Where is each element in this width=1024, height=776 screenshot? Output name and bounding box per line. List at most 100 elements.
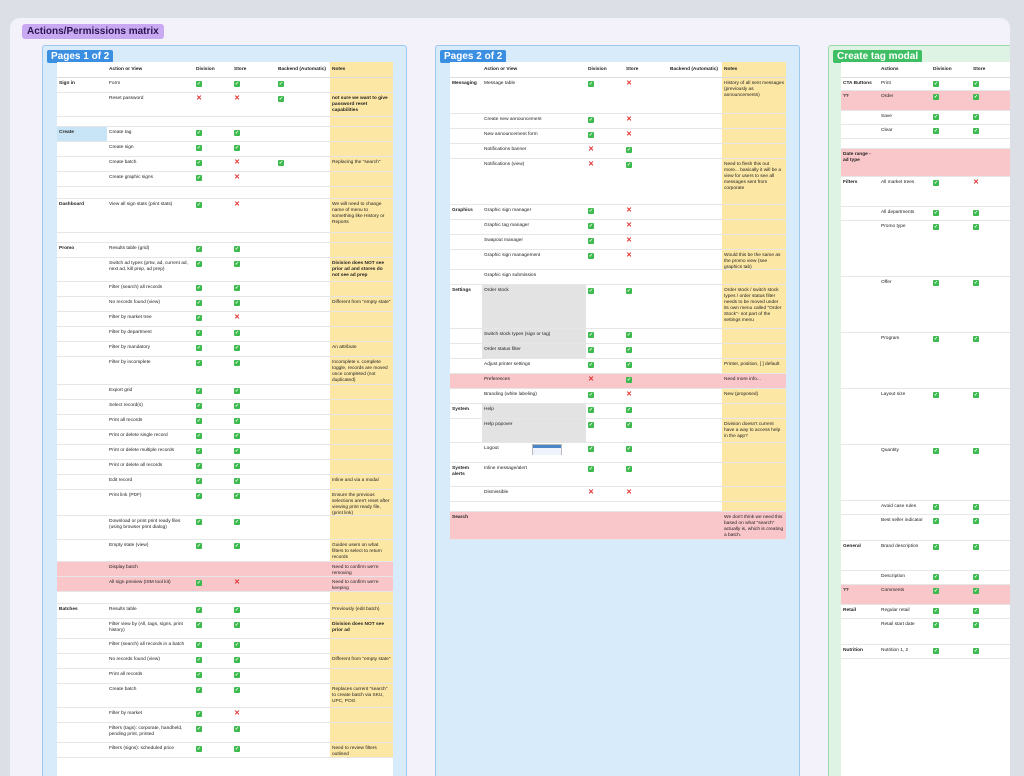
table-row[interactable]: Switch stock types (sign or tag) ✓ ✓	[450, 329, 786, 344]
table-row[interactable]: Filters (signs): scheduled price ✓ ✓ Need t…	[57, 743, 393, 758]
table-row[interactable]: Display batch Need to confirm we're remov…	[57, 562, 393, 577]
table-row[interactable]: Print link (PDF) ✓ ✓ Ensure the previous se…	[57, 490, 393, 516]
table-row[interactable]: ?? Order ✓ ✓	[841, 91, 1010, 111]
table-row[interactable]: Empty state (view) ✓ ✓ Guides users on what…	[57, 540, 393, 562]
table-row[interactable]	[450, 502, 786, 512]
table-row[interactable]	[57, 233, 393, 243]
table-row[interactable]: No records found (view) ✓ ✓ Different from …	[57, 297, 393, 312]
table-row[interactable]: General Brand description ✓ ✓	[841, 541, 1010, 571]
table-row[interactable]: Filter by incomplete ✓ ✓ Incomplete v. comp…	[57, 357, 393, 385]
table-row[interactable]: Retail start date ✓ ✓	[841, 619, 1010, 645]
table-row[interactable]: Filter by market tree ✓ ✕	[57, 312, 393, 327]
table-row[interactable]: Notifications banner ✕ ✓	[450, 144, 786, 159]
table-row[interactable]: All departments ✓ ✓	[841, 207, 1010, 221]
table-row[interactable]: Switch ad types (prtw, ad, current ad, n…	[57, 258, 393, 282]
table-row[interactable]: Branding (white labeling) ✓ ✕ New (proposed…	[450, 389, 786, 404]
table-row[interactable]: Create new announcement ✓ ✕	[450, 114, 786, 129]
frame-pages-1[interactable]: Pages 1 of 2 Action or View Division Store…	[42, 45, 407, 776]
table-row[interactable]: Select record(s) ✓ ✓	[57, 400, 393, 415]
table-row[interactable]: Export grid ✓ ✓	[57, 385, 393, 400]
table-row[interactable]: Create batch ✓ ✓ Replaces current "search" …	[57, 684, 393, 708]
table-row[interactable]	[57, 592, 393, 604]
table-row[interactable]: Layout size ✓ ✓	[841, 389, 1010, 445]
table-row[interactable]: Print or delete multiple records ✓ ✓	[57, 445, 393, 460]
frame-pages-2[interactable]: Pages 2 of 2 Action or View Division Store…	[435, 45, 800, 776]
check-icon: ✓	[588, 407, 594, 413]
table-row[interactable]: Reset password ✕ ✕ ✓ not sure we want to giv…	[57, 93, 393, 117]
table-row[interactable]: Create batch ✓ ✕ ✓ Replacing the "search"	[57, 157, 393, 172]
table-row[interactable]: Dashboard View all sign stats (print stat…	[57, 199, 393, 233]
table-row[interactable]: System alerts Inline message/alert ✓ ✓	[450, 463, 786, 487]
table-row[interactable]: Adjust printer settings ✓ ✓ Printer, positi…	[450, 359, 786, 374]
division-cell: ✓	[194, 78, 232, 91]
table-row[interactable]: Filter view by (All, tags, signs, print …	[57, 619, 393, 639]
table-row[interactable]: ?? Comments ✓ ✓	[841, 585, 1010, 605]
check-icon: ✓	[588, 117, 594, 123]
table-row[interactable]: Batches Results table ✓ ✓ Previously (edit b…	[57, 604, 393, 619]
table-row[interactable]: Logout ✓ ✓	[450, 443, 786, 463]
check-icon: ✓	[973, 504, 979, 510]
table-row[interactable]: Download or print print ready files (usi…	[57, 516, 393, 540]
table-row[interactable]: Search We don't think we need this based …	[450, 512, 786, 540]
table-row[interactable]: Settings Order stock ✓ ✓ Order stock / switc…	[450, 285, 786, 329]
table-row[interactable]: Filter by market ✓ ✕	[57, 708, 393, 723]
table-row[interactable]: Print or delete single record ✓ ✓	[57, 430, 393, 445]
table-row[interactable]: Date range - ad type	[841, 149, 1010, 177]
table-row[interactable]: Swapout manager ✓ ✕	[450, 235, 786, 250]
table-row[interactable]	[57, 187, 393, 199]
table-row[interactable]: Save ✓ ✓	[841, 111, 1010, 125]
table-row[interactable]: Avoid case rules ✓ ✓	[841, 501, 1010, 515]
check-icon: ✓	[933, 648, 939, 654]
table-row[interactable]: Promo Results table (grid) ✓ ✓	[57, 243, 393, 258]
table-row[interactable]: Print all records ✓ ✓	[57, 415, 393, 430]
store-cell: ✓	[624, 329, 668, 342]
store-cell: ✓	[971, 571, 1010, 584]
table-row[interactable]: Filter by mandatory ✓ ✓ An attribute	[57, 342, 393, 357]
table-row[interactable]: Promo type ✓ ✓	[841, 221, 1010, 277]
table-row[interactable]: CTA Buttons Print ✓ ✓	[841, 78, 1010, 91]
table-row[interactable]: System Help ✓ ✓	[450, 404, 786, 419]
table-row[interactable]: Create graphic signs ✓ ✕	[57, 172, 393, 187]
x-icon: ✕	[588, 146, 594, 153]
table-row[interactable]	[841, 139, 1010, 149]
table-row[interactable]: Filter (search) all records ✓ ✓	[57, 282, 393, 297]
table-row[interactable]: Retail Regular retail ✓ ✓	[841, 605, 1010, 619]
table-row[interactable]: Program ✓ ✓	[841, 333, 1010, 389]
table-row[interactable]: Sign in Form ✓ ✓ ✓	[57, 78, 393, 93]
table-row[interactable]: Offer ✓ ✓	[841, 277, 1010, 333]
table-row[interactable]: Help popover ✓ ✓ Division doesn't current h…	[450, 419, 786, 443]
table-row[interactable]	[57, 117, 393, 127]
table-row[interactable]: Order status filter ✓ ✓	[450, 344, 786, 359]
figma-canvas[interactable]: Actions/Permissions matrix Pages 1 of 2 …	[10, 18, 1010, 776]
check-icon: ✓	[973, 622, 979, 628]
board-title[interactable]: Actions/Permissions matrix	[22, 24, 164, 39]
table-row[interactable]: Messaging Message table ✓ ✕ History of all s…	[450, 78, 786, 114]
table-row[interactable]: Clear ✓ ✓	[841, 125, 1010, 139]
table-row[interactable]: Graphic sign submission	[450, 270, 786, 285]
table-row[interactable]: Graphic tag manager ✓ ✕	[450, 220, 786, 235]
table-row[interactable]: Quantity ✓ ✓	[841, 445, 1010, 501]
table-row[interactable]: Preferences ✕ ✓ Need more info...	[450, 374, 786, 389]
table-row[interactable]: Best seller indicator ✓ ✓	[841, 515, 1010, 541]
table-row[interactable]: All sign preview (ISM tool kit) ✓ ✕ Need to…	[57, 577, 393, 592]
store-cell: ✓	[971, 515, 1010, 528]
table-row[interactable]: Filter by department ✓ ✓	[57, 327, 393, 342]
table-row[interactable]: Filters (tags): corporate, handheld, pen…	[57, 723, 393, 743]
table-row[interactable]: Graphic sign management ✓ ✕ Would this be t…	[450, 250, 786, 270]
table-row[interactable]: Create sign ✓ ✓	[57, 142, 393, 157]
table-row[interactable]: Filters All market trees ✓ ✕	[841, 177, 1010, 207]
table-row[interactable]: Edit record ✓ ✓ Inline and via a modal	[57, 475, 393, 490]
table-row[interactable]: Description ✓ ✓	[841, 571, 1010, 585]
table-row[interactable]: Create Create tag ✓ ✓	[57, 127, 393, 142]
table-row[interactable]: Filter (search) all records in a batch ✓ ✓	[57, 639, 393, 654]
table-row[interactable]: Print or delete all records ✓ ✓	[57, 460, 393, 475]
table-row[interactable]: No records found (view) ✓ ✓ Different from …	[57, 654, 393, 669]
table-row[interactable]: New announcement form ✓ ✕	[450, 129, 786, 144]
table-row[interactable]: Notifications (view) ✕ ✓ Need to flesh this…	[450, 159, 786, 205]
table-row[interactable]: Graphics Graphic sign manager ✓ ✕	[450, 205, 786, 220]
action-label: No records found (view)	[109, 300, 160, 305]
table-row[interactable]: Nutrition Nutrition 1, 2 ✓ ✓	[841, 645, 1010, 659]
table-row[interactable]: Dismissible ✕ ✕	[450, 487, 786, 502]
frame-create-tag-modal[interactable]: Create tag modal Actions Division Store CTA…	[828, 45, 1010, 776]
table-row[interactable]: Print all records ✓ ✓	[57, 669, 393, 684]
